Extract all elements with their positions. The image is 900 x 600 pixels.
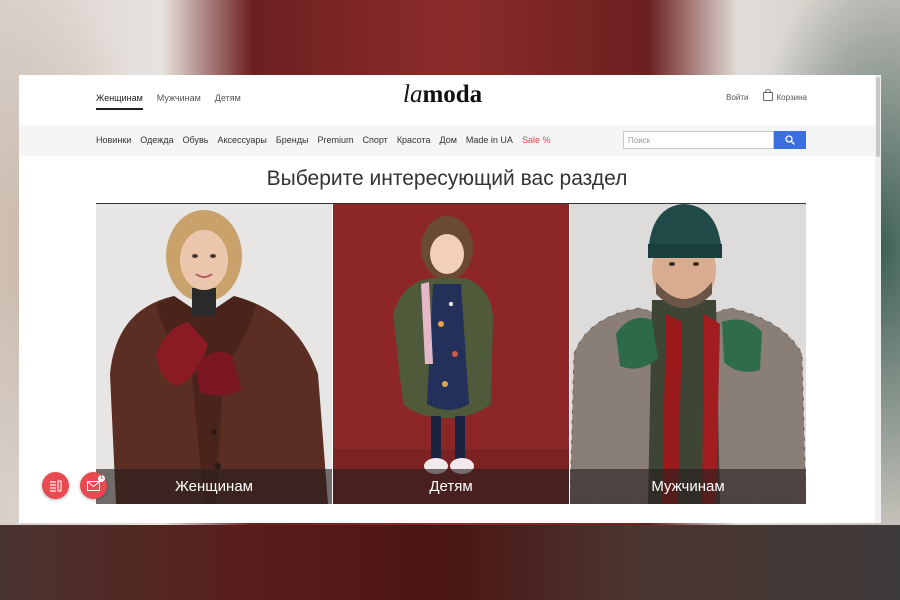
women-photo [96,204,332,504]
section-card-women[interactable]: Женщинам [96,204,332,504]
section-label-women: Женщинам [96,469,332,504]
category-shoes[interactable]: Обувь [183,135,209,145]
section-card-kids[interactable]: Детям [332,204,569,504]
header-actions: Войти Корзина [726,89,807,102]
tab-men[interactable]: Мужчинам [157,93,201,110]
category-nav: Новинки Одежда Обувь Аксессуары Бренды P… [96,135,550,145]
search-form [623,131,806,149]
section-card-men[interactable]: Мужчинам [569,204,806,504]
category-bar: Новинки Одежда Обувь Аксессуары Бренды P… [19,125,875,156]
category-clothing[interactable]: Одежда [140,135,173,145]
envelope-icon [87,480,100,491]
notification-badge: 1 [98,475,105,482]
logo-part-moda: moda [422,81,483,108]
login-link[interactable]: Войти [726,93,748,102]
kids-photo [333,204,569,504]
mail-fab[interactable]: 1 [80,472,107,499]
category-brands[interactable]: Бренды [276,135,309,145]
cart-link[interactable]: Корзина [762,89,807,102]
section-label-kids: Детям [333,469,569,504]
browser-page: Женщинам Мужчинам Детям lamoda Войти Кор… [19,75,881,523]
page-title: Выберите интересующий вас раздел [266,167,628,190]
tab-women[interactable]: Женщинам [96,93,143,110]
category-sale[interactable]: Sale % [522,135,551,145]
section-label-men: Мужчинам [570,469,806,504]
search-icon [785,135,795,145]
lamoda-logo[interactable]: lamoda [403,81,482,109]
logo-part-la: la [403,81,423,108]
cart-label: Корзина [776,93,807,102]
blurred-background-bottom [0,525,900,600]
scrollbar-thumb[interactable] [876,77,880,157]
category-beauty[interactable]: Красота [397,135,431,145]
search-button[interactable] [774,131,806,149]
tab-kids[interactable]: Детям [215,93,241,110]
search-input[interactable] [623,131,775,149]
category-accessories[interactable]: Аксессуары [217,135,266,145]
section-grid: Женщинам Детям Мужчинам [96,203,806,504]
category-made-in-ua[interactable]: Made in UA [466,135,513,145]
category-premium[interactable]: Premium [317,135,353,145]
category-home[interactable]: Дом [440,135,457,145]
shopping-bag-icon [762,89,773,101]
menu-fab[interactable] [42,472,69,499]
list-icon [50,480,62,492]
men-photo [570,204,806,504]
gender-nav: Женщинам Мужчинам Детям [96,93,241,110]
scrollbar[interactable] [875,75,881,523]
category-sport[interactable]: Спорт [363,135,388,145]
category-new[interactable]: Новинки [96,135,131,145]
